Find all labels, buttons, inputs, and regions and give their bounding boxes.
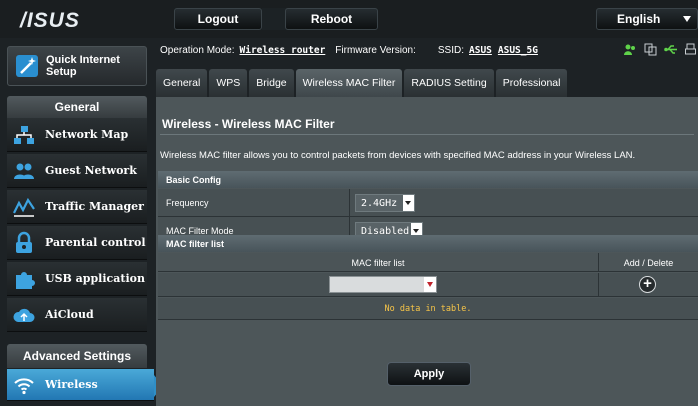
frequency-select[interactable]: 2.4GHz xyxy=(355,194,415,212)
settings-panel: Wireless - Wireless MAC Filter Wireless … xyxy=(156,97,698,406)
usb-icon[interactable] xyxy=(664,43,678,56)
status-icons xyxy=(624,43,696,56)
sidebar-item-label: AiCloud xyxy=(45,308,94,321)
mac-address-combobox[interactable] xyxy=(329,276,437,293)
tab-bar: General WPS Bridge Wireless MAC Filter R… xyxy=(156,69,568,97)
language-selector[interactable]: English xyxy=(596,8,698,30)
sidebar-item-label: Parental control xyxy=(45,236,146,249)
traffic-manager-icon xyxy=(13,197,35,217)
top-bar: /ISUS Logout Reboot English xyxy=(0,0,698,38)
sidebar-item-label: Guest Network xyxy=(45,164,137,177)
status-bar: Operation Mode: Wireless router Firmware… xyxy=(152,38,698,62)
apply-button[interactable]: Apply xyxy=(387,362,471,386)
sidebar-item-guest-network[interactable]: Guest Network xyxy=(7,154,147,188)
ssid-5g-link[interactable]: ASUS_5G xyxy=(498,45,538,56)
chevron-down-icon xyxy=(403,195,414,211)
sidebar-item-wireless[interactable]: Wireless xyxy=(7,369,163,401)
ssid-label: SSID: xyxy=(437,44,464,56)
main-content: Operation Mode: Wireless router Firmware… xyxy=(152,38,698,406)
add-icon[interactable]: + xyxy=(639,276,656,293)
wifi-icon xyxy=(14,378,34,395)
sidebar: Quick Internet Setup General Network Map… xyxy=(0,38,163,406)
add-mac-row: + xyxy=(158,273,698,297)
column-divider xyxy=(349,189,350,216)
sidebar-item-label: Network Map xyxy=(45,128,129,141)
mac-filter-list-column-header: MAC filter list xyxy=(351,257,405,268)
sidebar-item-network-map[interactable]: Network Map xyxy=(7,118,147,152)
ssid-2g-link[interactable]: ASUS xyxy=(469,45,492,56)
language-label: English xyxy=(617,12,661,26)
chevron-down-icon xyxy=(683,16,691,22)
page-title: Wireless - Wireless MAC Filter xyxy=(162,117,335,131)
tab-wps[interactable]: WPS xyxy=(209,69,248,97)
frequency-row: Frequency 2.4GHz xyxy=(158,189,698,217)
general-section-header: General xyxy=(7,96,147,118)
page-description: Wireless MAC filter allows you to contro… xyxy=(160,150,636,161)
quick-internet-setup-label: Quick Internet Setup xyxy=(46,54,120,78)
frequency-value: 2.4GHz xyxy=(361,197,398,209)
lock-icon xyxy=(16,231,32,253)
operation-mode-label: Operation Mode: xyxy=(160,44,235,56)
sidebar-item-usb-application[interactable]: USB application xyxy=(7,262,147,296)
tab-general[interactable]: General xyxy=(156,69,208,97)
tab-professional[interactable]: Professional xyxy=(495,69,568,97)
printer-icon[interactable] xyxy=(685,43,696,56)
asus-logo: /ISUS xyxy=(20,9,80,32)
title-divider xyxy=(160,134,694,135)
guest-network-icon xyxy=(14,163,34,179)
sidebar-item-traffic-manager[interactable]: Traffic Manager xyxy=(7,190,147,224)
reboot-button[interactable]: Reboot xyxy=(285,8,378,30)
magic-wand-icon xyxy=(16,55,38,77)
tab-radius-setting[interactable]: RADIUS Setting xyxy=(404,69,494,97)
quick-internet-setup-button[interactable]: Quick Internet Setup xyxy=(7,46,147,86)
logout-button[interactable]: Logout xyxy=(174,8,262,30)
sidebar-item-label: USB application xyxy=(45,272,145,285)
network-map-icon xyxy=(14,126,34,144)
sidebar-item-label: Wireless xyxy=(45,378,98,391)
copy-icon[interactable] xyxy=(644,43,657,56)
operation-mode-link[interactable]: Wireless router xyxy=(240,45,326,56)
sidebar-item-parental-control[interactable]: Parental control xyxy=(7,226,147,260)
puzzle-icon xyxy=(16,272,35,289)
basic-config-header: Basic Config xyxy=(158,171,698,188)
chevron-down-icon[interactable] xyxy=(424,277,436,292)
no-data-message: No data in table. xyxy=(158,298,698,320)
sidebar-item-aicloud[interactable]: AiCloud xyxy=(7,298,147,332)
mac-filter-list-columns: MAC filter list Add / Delete xyxy=(158,253,698,272)
column-divider xyxy=(598,273,599,297)
firmware-version-label: Firmware Version: xyxy=(335,44,416,56)
frequency-label: Frequency xyxy=(166,197,209,208)
tab-wireless-mac-filter[interactable]: Wireless MAC Filter xyxy=(295,69,403,97)
advanced-settings-header: Advanced Settings xyxy=(7,344,147,368)
clients-icon[interactable] xyxy=(624,43,637,56)
cloud-icon xyxy=(13,308,35,322)
sidebar-item-label: Traffic Manager xyxy=(45,200,144,213)
tab-bridge[interactable]: Bridge xyxy=(249,69,294,97)
mac-filter-list-header: MAC filter list xyxy=(158,235,698,252)
add-delete-column-header: Add / Delete xyxy=(598,253,698,272)
